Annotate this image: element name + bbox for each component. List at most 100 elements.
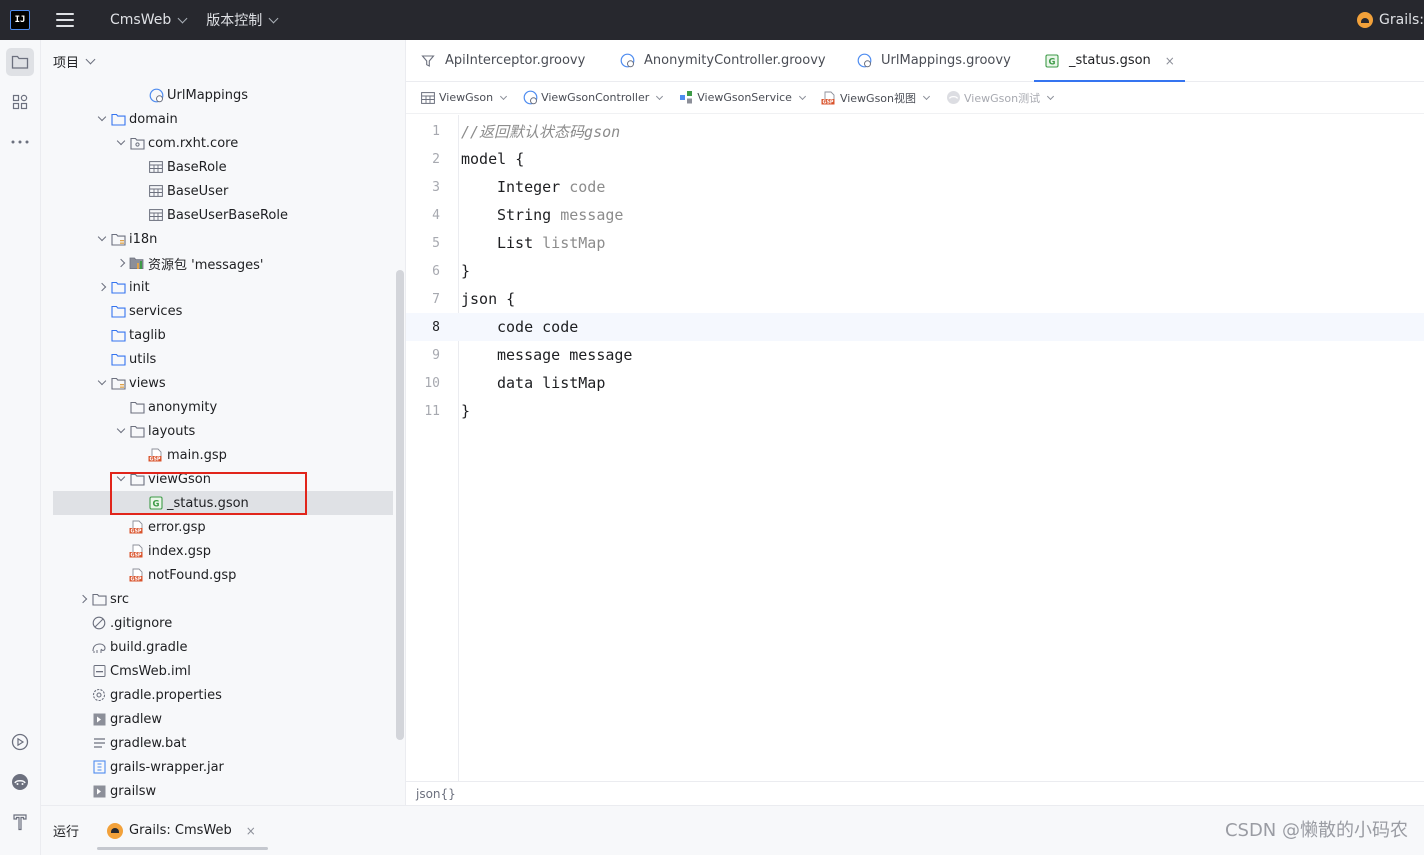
svg-text:GSP: GSP: [131, 577, 142, 582]
code-text: Integer code: [461, 178, 605, 196]
tree-item[interactable]: i18n: [41, 227, 393, 251]
tree-item[interactable]: BaseUserBaseRole: [41, 203, 393, 227]
svg-text:GSP: GSP: [131, 553, 142, 558]
tree-item[interactable]: BaseRole: [41, 155, 393, 179]
tree-item[interactable]: 资源包 'messages': [41, 251, 393, 275]
tree-item[interactable]: taglib: [41, 323, 393, 347]
tree-item-label: anonymity: [148, 399, 218, 415]
chevron-down-icon[interactable]: [113, 136, 129, 146]
structure-tool-button[interactable]: [6, 88, 34, 116]
tree-item[interactable]: GSP index.gsp: [41, 539, 393, 563]
gsp-file-icon: GSP: [129, 567, 145, 583]
gsp-file-icon: GSP: [821, 90, 837, 106]
run-panel-label[interactable]: 运行: [53, 821, 79, 840]
project-scrollbar[interactable]: [396, 270, 404, 740]
chevron-right-icon[interactable]: [94, 282, 110, 292]
tree-item[interactable]: .gitignore: [41, 611, 393, 635]
code-text: String message: [461, 206, 623, 224]
code-token: }: [461, 402, 471, 420]
tree-item[interactable]: GSP error.gsp: [41, 515, 393, 539]
tree-item[interactable]: BaseUser: [41, 179, 393, 203]
tab-urlmappings-groovy[interactable]: UrlMappings.groovy: [844, 40, 1032, 81]
breadcrumb-item[interactable]: ViewGson: [420, 90, 508, 106]
tree-item[interactable]: anonymity: [41, 395, 393, 419]
breadcrumb-item[interactable]: GSP ViewGson视图: [821, 90, 931, 106]
code-text: data listMap: [461, 374, 605, 392]
chevron-down-icon[interactable]: [94, 376, 110, 386]
breadcrumb-item[interactable]: ViewGsonController: [522, 90, 664, 106]
line-number: 4: [432, 207, 440, 223]
main-menu-icon[interactable]: [56, 13, 74, 27]
tree-item[interactable]: CmsWeb.iml: [41, 659, 393, 683]
tree-item[interactable]: services: [41, 299, 393, 323]
tree-item[interactable]: gradlew.bat: [41, 731, 393, 755]
tree-item-label: BaseUser: [167, 183, 229, 199]
project-tool-button[interactable]: [6, 48, 34, 76]
chevron-down-icon[interactable]: [94, 112, 110, 122]
settings-file-icon: [91, 687, 107, 703]
run-config-label: Grails:: [1379, 12, 1424, 28]
tree-item[interactable]: build.gradle: [41, 635, 393, 659]
resource-bundle-icon: [129, 255, 145, 271]
breadcrumb-item[interactable]: ViewGson测试: [945, 90, 1055, 106]
breadcrumb-item[interactable]: ViewGsonService: [678, 90, 806, 106]
tab-label: UrlMappings.groovy: [881, 53, 1011, 68]
tree-item[interactable]: grails-wrapper.jar: [41, 755, 393, 779]
tree-item[interactable]: UrlMappings: [41, 83, 393, 107]
tree-item[interactable]: grailsw: [41, 779, 393, 803]
tree-item-label: notFound.gsp: [148, 567, 237, 583]
tree-item-label: grails-wrapper.jar: [110, 759, 224, 775]
close-icon[interactable]: ×: [246, 824, 256, 838]
code-token: data listMap: [497, 374, 606, 392]
tree-item[interactable]: views: [41, 371, 393, 395]
title-bar: IJ CmsWeb 版本控制 Grails:: [0, 0, 1424, 40]
project-panel-header[interactable]: 项目: [41, 40, 405, 82]
script-file-icon: [91, 711, 107, 727]
folder-icon: [110, 303, 126, 319]
grails-icon: [107, 822, 124, 839]
line-number: 11: [424, 403, 440, 419]
tree-item[interactable]: GSP notFound.gsp: [41, 563, 393, 587]
tab-status-gson[interactable]: G _status.gson ×: [1032, 40, 1187, 82]
tree-item[interactable]: init: [41, 275, 393, 299]
code-token: message: [560, 206, 624, 224]
status-breadcrumb-text[interactable]: json{}: [416, 787, 456, 801]
tree-item[interactable]: layouts: [41, 419, 393, 443]
terminal-tool-button[interactable]: [6, 808, 34, 836]
code-line: 11}: [406, 397, 1424, 425]
services-tool-button[interactable]: [6, 728, 34, 756]
tree-item[interactable]: utils: [41, 347, 393, 371]
tree-item-label: domain: [129, 111, 178, 127]
code-token: {: [515, 150, 525, 168]
folder-icon: [110, 327, 126, 343]
vcs-menu[interactable]: 版本控制: [206, 10, 279, 30]
grails-tool-button[interactable]: [6, 768, 34, 796]
code-area[interactable]: 1//返回默认状态码gson 2 model {3 Integer code 4 Stri…: [406, 115, 1424, 781]
tree-item-label: gradlew: [110, 711, 163, 727]
tree-item[interactable]: gradlew: [41, 707, 393, 731]
tree-item[interactable]: GSP main.gsp: [41, 443, 393, 467]
tab-apiinterceptor-groovy[interactable]: ApiInterceptor.groovy: [408, 40, 607, 81]
intellij-logo-icon[interactable]: IJ: [10, 10, 30, 30]
tree-item[interactable]: domain: [41, 107, 393, 131]
tab-anonymitycontroller-groovy[interactable]: AnonymityController.groovy: [607, 40, 844, 81]
run-tab-grails[interactable]: Grails: CmsWeb ×: [97, 806, 268, 855]
folder-icon: [11, 55, 29, 69]
code-line: 1 //返回默认状态码gson: [406, 117, 1424, 145]
line-number: 9: [432, 347, 440, 363]
close-icon[interactable]: ×: [1165, 54, 1175, 68]
project-switcher[interactable]: CmsWeb: [110, 12, 188, 28]
groovy-class-icon: [619, 53, 635, 69]
tree-item[interactable]: src: [41, 587, 393, 611]
tree-item[interactable]: com.rxht.core: [41, 131, 393, 155]
chevron-right-icon[interactable]: [75, 594, 91, 604]
more-tools-button[interactable]: [6, 128, 34, 156]
folder-icon: [110, 279, 126, 295]
breadcrumb-label: ViewGson视图: [839, 91, 917, 105]
chevron-down-icon[interactable]: [113, 424, 129, 434]
code-token: }: [461, 262, 471, 280]
run-config-selector[interactable]: Grails:: [1357, 0, 1424, 40]
chevron-right-icon[interactable]: [113, 258, 129, 268]
chevron-down-icon[interactable]: [94, 232, 110, 242]
tree-item[interactable]: gradle.properties: [41, 683, 393, 707]
